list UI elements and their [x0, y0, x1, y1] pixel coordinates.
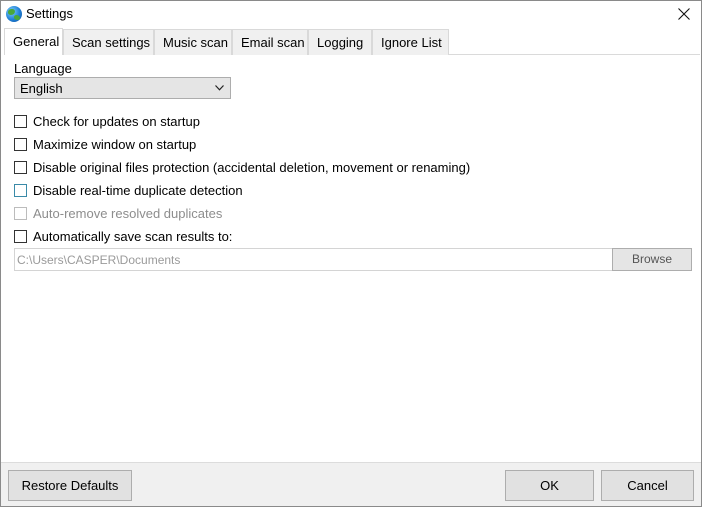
checkbox[interactable]: [14, 138, 27, 151]
chevron-down-icon: [215, 85, 224, 91]
checkbox: [14, 207, 27, 220]
checkbox[interactable]: [14, 184, 27, 197]
window-title: Settings: [26, 6, 73, 21]
option-label: Disable original files protection (accid…: [33, 160, 471, 175]
option-label: Disable real-time duplicate detection: [33, 183, 243, 198]
close-icon: [678, 8, 690, 20]
tab-strip: General Scan settings Music scan Email s…: [4, 28, 700, 55]
settings-window: Settings General Scan settings Music sca…: [0, 0, 702, 507]
tab-general[interactable]: General: [4, 28, 63, 55]
save-path-value: C:\Users\CASPER\Documents: [17, 253, 181, 267]
tab-scan-settings[interactable]: Scan settings: [63, 29, 154, 55]
checkbox[interactable]: [14, 115, 27, 128]
checkbox[interactable]: [14, 230, 27, 243]
option-label: Auto-remove resolved duplicates: [33, 206, 223, 221]
general-tab-panel: Language English Check for updates on st…: [4, 55, 700, 461]
ok-button[interactable]: OK: [505, 470, 594, 501]
dialog-footer: Restore Defaults OK Cancel: [1, 462, 701, 506]
tab-ignore-list[interactable]: Ignore List: [372, 29, 449, 55]
option-label: Maximize window on startup: [33, 137, 197, 152]
globe-icon: [6, 6, 22, 22]
close-button[interactable]: [667, 1, 701, 28]
option-label: Automatically save scan results to:: [33, 229, 233, 244]
language-value: English: [20, 81, 63, 96]
save-path-input: C:\Users\CASPER\Documents: [14, 248, 613, 271]
language-select[interactable]: English: [14, 77, 231, 99]
language-label: Language: [14, 61, 72, 76]
cancel-button[interactable]: Cancel: [601, 470, 694, 501]
option-label: Check for updates on startup: [33, 114, 200, 129]
title-bar[interactable]: Settings: [1, 1, 701, 28]
tab-logging[interactable]: Logging: [308, 29, 372, 55]
tab-music-scan[interactable]: Music scan: [154, 29, 232, 55]
tab-email-scan[interactable]: Email scan: [232, 29, 308, 55]
checkbox[interactable]: [14, 161, 27, 174]
browse-button: Browse: [612, 248, 692, 271]
restore-defaults-button[interactable]: Restore Defaults: [8, 470, 132, 501]
